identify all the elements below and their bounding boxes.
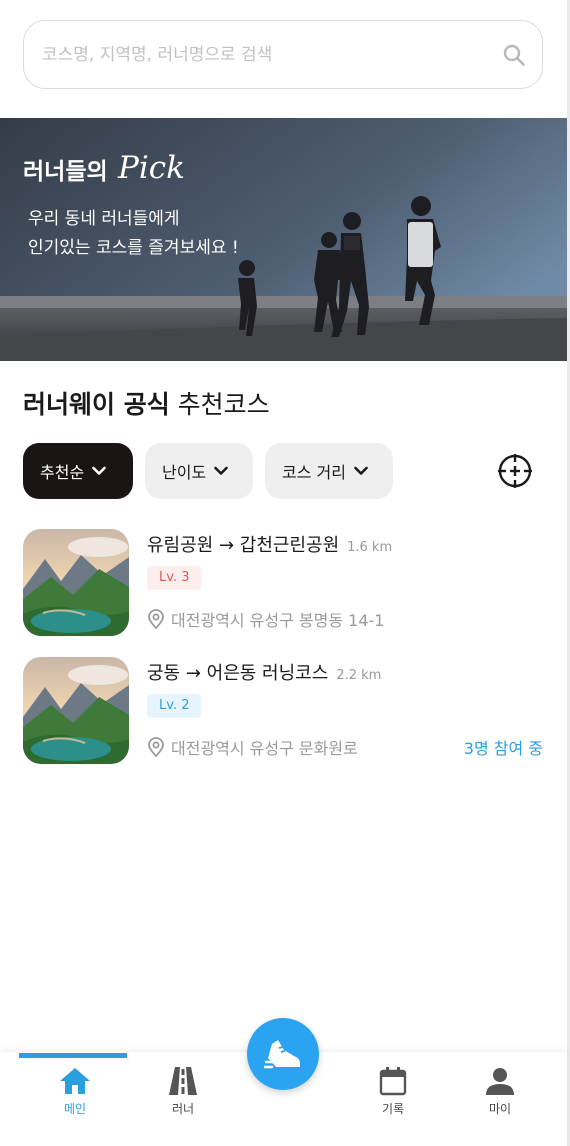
tab-home[interactable]: 메인: [21, 1066, 129, 1136]
participant-count: 3명 참여 중: [463, 739, 543, 758]
banner-title: 러너들의: [23, 159, 108, 185]
tab-runner-label: 러너: [171, 1102, 195, 1116]
chevron-down-icon: [214, 466, 228, 475]
promo-banner[interactable]: 러너들의 Pick 우리 동네 러너들에게 인기있는 코스를 즐겨보세요 !: [0, 118, 567, 361]
distance-filter-chip[interactable]: 코스 거리: [265, 443, 393, 499]
course-name: 궁동 → 어은동 러닝코스 2.2 km: [147, 659, 381, 685]
tab-runner[interactable]: 러너: [129, 1066, 237, 1136]
location-pin-icon: [148, 737, 164, 757]
level-filter-label: 난이도: [162, 463, 207, 482]
location-pin-icon: [148, 609, 164, 629]
banner-subtitle-line2: 인기있는 코스를 즐겨보세요 !: [28, 238, 239, 258]
home-icon: [60, 1068, 90, 1094]
tab-my[interactable]: 마이: [446, 1066, 554, 1136]
banner-title-script: Pick: [118, 150, 185, 186]
search-icon[interactable]: [502, 43, 526, 67]
tab-record[interactable]: 기록: [339, 1066, 447, 1136]
course-thumbnail: [23, 529, 129, 636]
start-run-button[interactable]: [247, 1018, 319, 1090]
course-distance: 1.6 km: [347, 540, 393, 555]
chevron-down-icon: [354, 466, 368, 475]
sort-filter-label: 추천순: [40, 463, 85, 482]
road-icon: [169, 1067, 197, 1095]
calendar-icon: [379, 1067, 407, 1096]
course-list-item[interactable]: 궁동 → 어은동 러닝코스 2.2 km Lv. 2 대전광역시 유성구 문화원로…: [23, 657, 545, 765]
search-bar[interactable]: [23, 20, 543, 89]
course-name-text: 유림공원 → 갑천근린공원: [147, 535, 340, 556]
course-list-item[interactable]: 유림공원 → 갑천근린공원 1.6 km Lv. 3 대전광역시 유성구 봉명동 …: [23, 529, 545, 637]
banner-subtitle: 우리 동네 러너들에게 인기있는 코스를 즐겨보세요 !: [28, 205, 328, 263]
level-badge: Lv. 3: [147, 566, 202, 590]
person-icon: [486, 1068, 514, 1095]
level-badge: Lv. 2: [147, 694, 202, 718]
section-title: 러너웨이 공식 추천코스: [23, 385, 270, 421]
course-address-text: 대전광역시 유성구 봉명동 14-1: [171, 611, 385, 630]
course-address: 대전광역시 유성구 문화원로: [147, 735, 358, 759]
tab-record-label: 기록: [381, 1102, 405, 1116]
active-tab-indicator: [19, 1053, 127, 1058]
search-input[interactable]: [42, 21, 482, 88]
tab-home-label: 메인: [63, 1102, 87, 1116]
sort-filter-chip[interactable]: 추천순: [23, 443, 133, 499]
tab-my-label: 마이: [488, 1102, 512, 1116]
distance-filter-label: 코스 거리: [282, 463, 346, 482]
crosshair-icon[interactable]: [497, 453, 533, 489]
level-filter-chip[interactable]: 난이도: [145, 443, 253, 499]
running-shoe-icon: [264, 1040, 300, 1069]
course-name-text: 궁동 → 어은동 러닝코스: [147, 663, 329, 684]
banner-subtitle-line1: 우리 동네 러너들에게: [28, 209, 180, 229]
chevron-down-icon: [92, 466, 106, 475]
course-address-text: 대전광역시 유성구 문화원로: [171, 739, 358, 758]
section-title-bold: 러너웨이 공식: [23, 390, 170, 419]
section-title-rest: 추천코스: [177, 390, 270, 419]
course-address: 대전광역시 유성구 봉명동 14-1: [147, 607, 385, 631]
course-distance: 2.2 km: [336, 668, 382, 683]
course-name: 유림공원 → 갑천근린공원 1.6 km: [147, 531, 392, 557]
course-thumbnail: [23, 657, 129, 764]
